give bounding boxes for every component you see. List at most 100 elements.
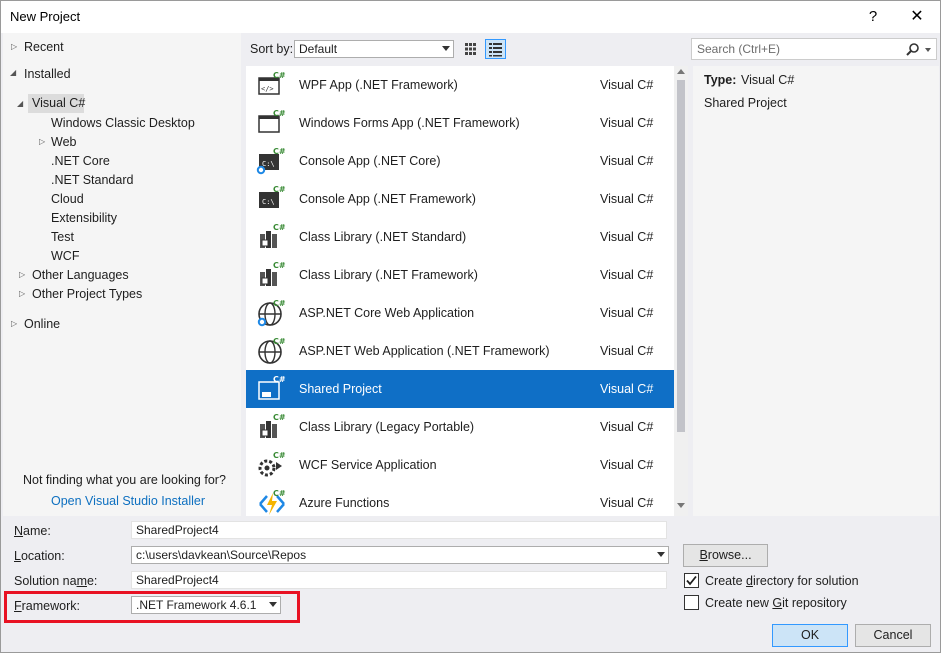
tree-item-wcf[interactable]: WCF	[51, 249, 79, 263]
svg-text:C#: C#	[273, 109, 286, 118]
template-row[interactable]: C# ASP.NET Core Web Application Visual C#	[246, 294, 674, 332]
sort-by-value: Default	[299, 42, 338, 56]
type-value: Visual C#	[741, 73, 795, 87]
template-row[interactable]: C# Shared Project Visual C#	[246, 370, 674, 408]
svg-text:C#: C#	[273, 147, 286, 156]
solution-name-label: Solution name:	[14, 574, 98, 588]
open-installer-link[interactable]: Open Visual Studio Installer	[51, 494, 205, 508]
azure-functions-icon: C#	[256, 488, 286, 516]
template-tree: ▷ Recent ◢ Installed ◢ Visual C# Windows…	[3, 33, 241, 516]
template-row[interactable]: </> C# WPF App (.NET Framework) Visual C#	[246, 66, 674, 104]
framework-select[interactable]: .NET Framework 4.6.1	[131, 596, 281, 614]
template-language: Visual C#	[600, 192, 654, 206]
shared-project-icon: C#	[256, 374, 286, 404]
template-details-panel: Type: Visual C# Shared Project	[693, 66, 939, 516]
tree-item-windows-classic-desktop[interactable]: Windows Classic Desktop	[51, 116, 195, 130]
template-row[interactable]: C# Azure Functions Visual C#	[246, 484, 674, 516]
svg-text:C:\: C:\	[262, 160, 275, 168]
template-list-scrollbar[interactable]	[674, 66, 688, 516]
template-row[interactable]: C# Class Library (Legacy Portable) Visual …	[246, 408, 674, 446]
tree-item-visual-csharp[interactable]: Visual C#	[32, 96, 85, 110]
grid-view-button[interactable]	[460, 39, 481, 59]
name-label: Name:	[14, 524, 51, 538]
chevron-down-icon[interactable]	[657, 552, 665, 557]
git-repo-label[interactable]: Create new Git repository	[705, 596, 847, 610]
template-language: Visual C#	[600, 230, 654, 244]
globe-icon: C#	[256, 336, 286, 366]
template-row[interactable]: C# WCF Service Application Visual C#	[246, 446, 674, 484]
template-language: Visual C#	[600, 458, 654, 472]
svg-text:C#: C#	[273, 413, 286, 422]
tree-item-installed[interactable]: Installed	[24, 67, 71, 81]
git-repo-checkbox[interactable]	[684, 595, 699, 610]
template-language: Visual C#	[600, 306, 654, 320]
template-row[interactable]: C# ASP.NET Web Application (.NET Framewor…	[246, 332, 674, 370]
template-row[interactable]: C# Class Library (.NET Standard) Visual C#	[246, 218, 674, 256]
search-icon[interactable]	[906, 42, 920, 56]
browse-button[interactable]: Browse...	[683, 544, 768, 567]
tree-item-net-standard[interactable]: .NET Standard	[51, 173, 133, 187]
sort-by-label: Sort by:	[250, 42, 294, 56]
framework-value: .NET Framework 4.6.1	[136, 598, 257, 612]
not-finding-text: Not finding what you are looking for?	[23, 473, 226, 487]
template-name: Shared Project	[299, 382, 382, 396]
template-row[interactable]: C:\ C# Console App (.NET Framework) Visual …	[246, 180, 674, 218]
solution-name-field[interactable]: SharedProject4	[131, 571, 667, 589]
svg-text:C#: C#	[273, 451, 286, 460]
tree-item-extensibility[interactable]: Extensibility	[51, 211, 117, 225]
template-language: Visual C#	[600, 344, 654, 358]
svg-text:C#: C#	[273, 375, 286, 384]
tree-item-net-core[interactable]: .NET Core	[51, 154, 110, 168]
tree-item-recent[interactable]: Recent	[24, 40, 64, 54]
template-language: Visual C#	[600, 496, 654, 510]
template-name: Class Library (Legacy Portable)	[299, 420, 475, 434]
scroll-thumb[interactable]	[677, 80, 685, 432]
location-field[interactable]: c:\users\davkean\Source\Repos	[131, 546, 669, 564]
template-name: ASP.NET Web Application (.NET Framework)	[299, 344, 550, 358]
expand-arrow-icon[interactable]: ▷	[19, 289, 25, 298]
tree-item-other-languages[interactable]: Other Languages	[32, 268, 129, 282]
scroll-up-icon[interactable]	[677, 69, 685, 74]
expand-arrow-icon[interactable]: ▷	[11, 319, 17, 328]
close-button[interactable]: ✕	[905, 7, 929, 27]
template-row[interactable]: C# Windows Forms App (.NET Framework) Visu…	[246, 104, 674, 142]
template-name: Class Library (.NET Standard)	[299, 230, 467, 244]
collapse-arrow-icon[interactable]: ◢	[17, 99, 23, 108]
template-name: Console App (.NET Core)	[299, 154, 441, 168]
expand-arrow-icon[interactable]: ▷	[11, 42, 17, 51]
expand-arrow-icon[interactable]: ▷	[39, 137, 45, 146]
svg-text:C#: C#	[273, 71, 286, 80]
sort-by-select[interactable]: Default	[294, 40, 454, 58]
template-name: Azure Functions	[299, 496, 390, 510]
scroll-down-icon[interactable]	[677, 503, 685, 508]
tree-item-web[interactable]: Web	[51, 135, 76, 149]
expand-arrow-icon[interactable]: ▷	[19, 270, 25, 279]
create-directory-label[interactable]: Create directory for solution	[705, 574, 859, 588]
template-language: Visual C#	[600, 78, 654, 92]
checkmark-icon	[686, 575, 697, 586]
framework-label: Framework:	[14, 599, 80, 613]
chevron-down-icon	[442, 46, 450, 51]
create-directory-checkbox[interactable]	[684, 573, 699, 588]
ok-button[interactable]: OK	[772, 624, 848, 647]
windows-forms-icon: C#	[256, 108, 286, 138]
template-language: Visual C#	[600, 382, 654, 396]
search-input[interactable]: Search (Ctrl+E)	[691, 38, 937, 60]
solution-name-value: SharedProject4	[136, 573, 219, 587]
cancel-button[interactable]: Cancel	[855, 624, 931, 647]
collapse-arrow-icon[interactable]: ◢	[10, 68, 16, 77]
template-name: Console App (.NET Framework)	[299, 192, 476, 206]
help-button[interactable]: ?	[861, 7, 885, 27]
svg-text:C#: C#	[273, 299, 286, 308]
list-view-button[interactable]	[485, 39, 506, 59]
tree-item-other-project-types[interactable]: Other Project Types	[32, 287, 142, 301]
tree-item-cloud[interactable]: Cloud	[51, 192, 84, 206]
template-row[interactable]: C:\ C# Console App (.NET Core) Visual C#	[246, 142, 674, 180]
chevron-down-icon[interactable]	[925, 48, 931, 52]
wpf-app-icon: </> C#	[256, 70, 286, 100]
grid-view-icon	[465, 43, 476, 55]
tree-item-test[interactable]: Test	[51, 230, 74, 244]
template-row[interactable]: C# Class Library (.NET Framework) Visual C…	[246, 256, 674, 294]
name-field[interactable]: SharedProject4	[131, 521, 667, 539]
tree-item-online[interactable]: Online	[24, 317, 60, 331]
